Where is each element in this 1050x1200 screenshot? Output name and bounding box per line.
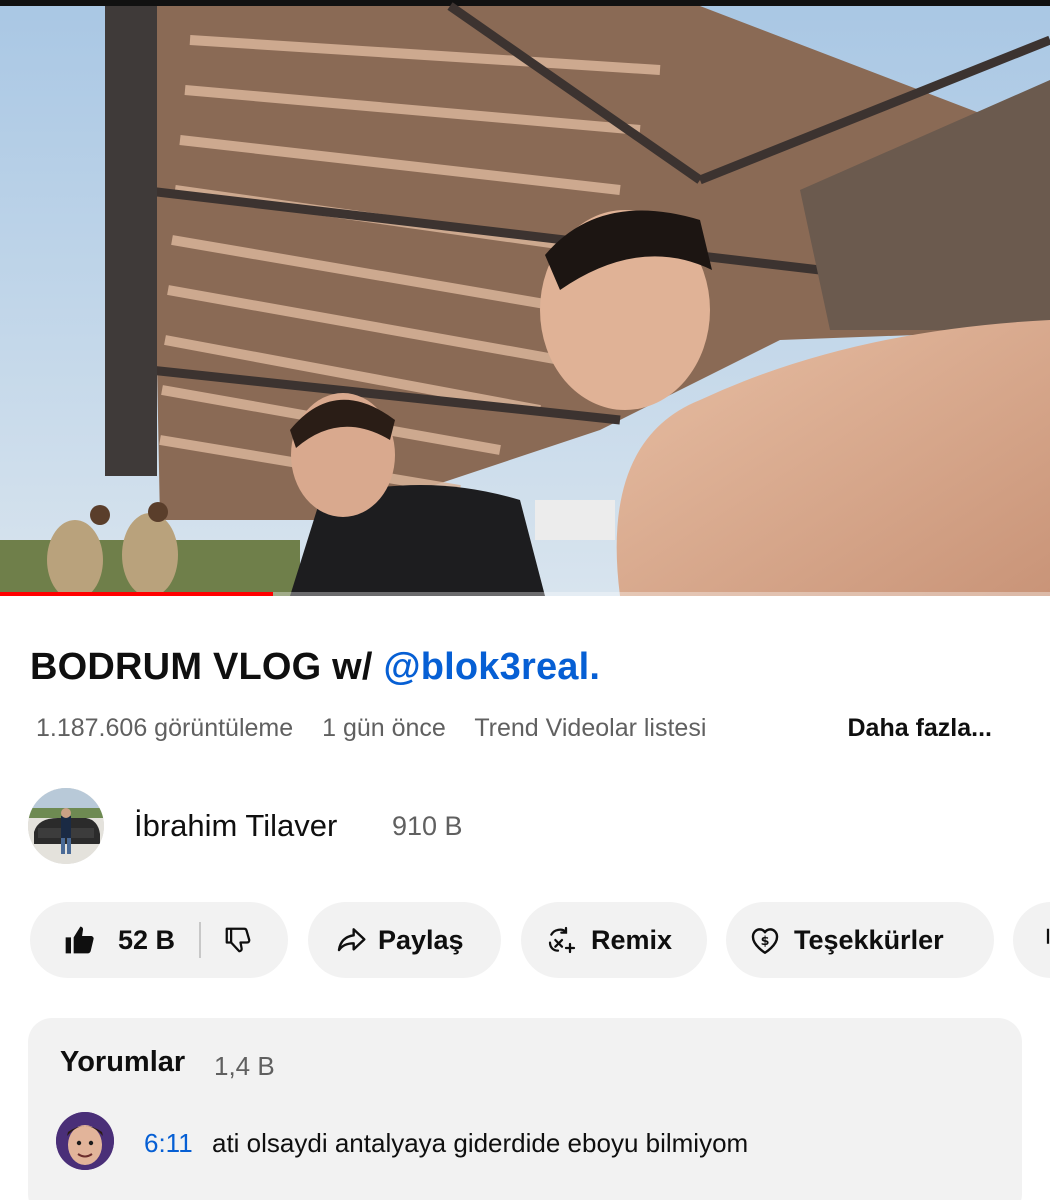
channel-row[interactable]: İbrahim Tilaver 910 B — [28, 786, 1018, 866]
subscriber-count: 910 B — [392, 811, 463, 841]
thanks-label: Teşekkürler — [794, 924, 944, 955]
action-bar: 52 B Paylaş Remix $ Teşekkürler — [0, 902, 1050, 980]
mention-link[interactable]: @blok3real. — [383, 646, 600, 688]
video-frame — [0, 0, 1050, 596]
more-actions-button[interactable] — [1013, 902, 1050, 978]
remix-icon — [545, 923, 579, 957]
channel-avatar[interactable] — [28, 788, 104, 864]
channel-name[interactable]: İbrahim Tilaver — [134, 808, 337, 844]
more-button[interactable]: Daha fazla... — [841, 714, 992, 743]
thumbs-down-icon[interactable] — [221, 923, 255, 957]
thumbs-up-icon[interactable] — [62, 923, 96, 957]
comments-title: Yorumlar — [60, 1046, 186, 1078]
thanks-button[interactable]: $ Teşekkürler — [726, 902, 994, 978]
share-label: Paylaş — [378, 924, 464, 955]
video-player[interactable] — [0, 0, 1050, 596]
remix-label: Remix — [591, 924, 673, 955]
meta-fade — [780, 714, 840, 743]
like-dislike-pill: 52 B — [30, 902, 288, 978]
video-title-text: BODRUM VLOG w/ — [30, 646, 373, 688]
view-count: 1.187.606 görüntüleme — [36, 714, 294, 742]
like-count[interactable]: 52 B — [118, 925, 175, 956]
trending-tag: Trend Videolar listesi — [474, 714, 707, 742]
svg-text:$: $ — [761, 934, 770, 949]
video-info-sheet: BODRUM VLOG w/ @blok3real. 1.187.606 gör… — [0, 596, 1050, 1200]
comment-text: ati olsaydi antalyaya giderdide eboyu bi… — [212, 1128, 749, 1158]
comments-section[interactable]: Yorumlar 1,4 B 6:11 ati olsaydi antalyay… — [28, 1018, 1022, 1200]
video-title: BODRUM VLOG w/ @blok3real. — [30, 646, 600, 689]
share-button[interactable]: Paylaş — [308, 902, 501, 978]
comment-timestamp-link[interactable]: 6:11 — [144, 1128, 193, 1159]
remix-button[interactable]: Remix — [521, 902, 707, 978]
upload-age: 1 gün önce — [322, 714, 446, 742]
like-divider — [199, 922, 202, 958]
heart-dollar-icon: $ — [748, 923, 782, 957]
video-meta[interactable]: 1.187.606 görüntüleme 1 gün önce Trend V… — [36, 714, 1026, 743]
comments-count: 1,4 B — [214, 1051, 275, 1081]
share-arrow-icon — [334, 923, 368, 957]
download-icon — [1031, 923, 1050, 957]
commenter-avatar[interactable] — [56, 1112, 114, 1170]
